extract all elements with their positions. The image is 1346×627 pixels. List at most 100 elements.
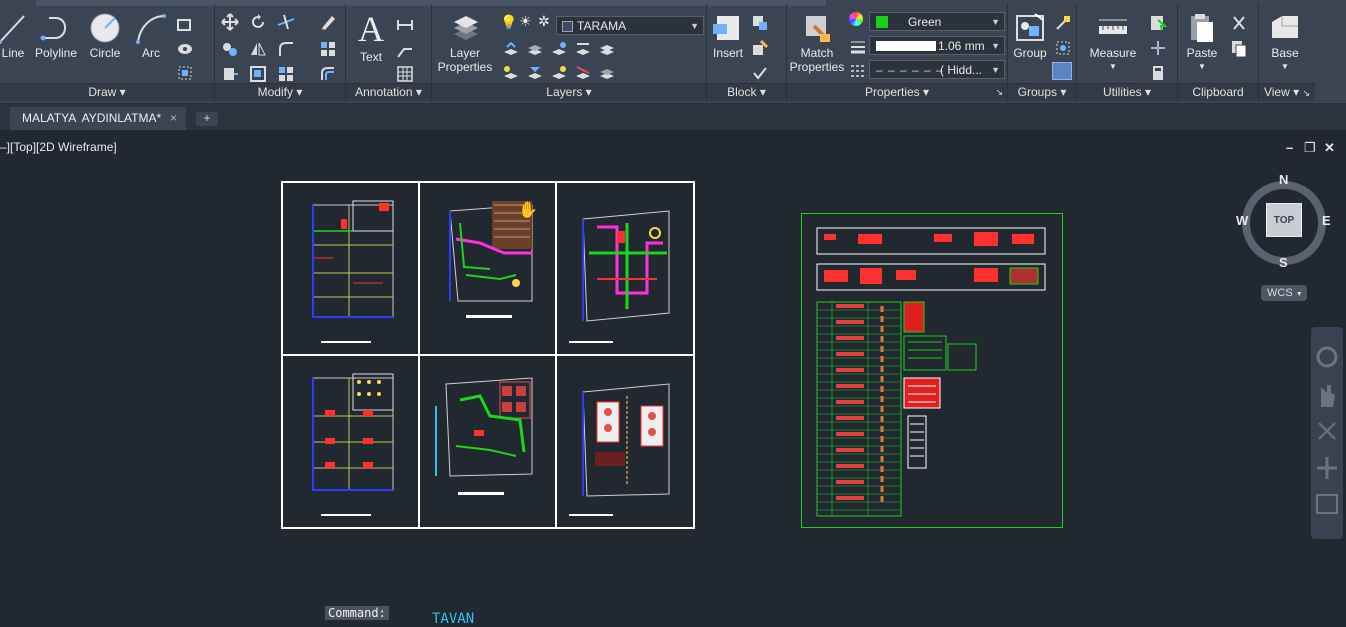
floor-plan-sheet[interactable]: [555, 181, 695, 356]
legend-sheet[interactable]: [801, 213, 1063, 528]
bulb-icon[interactable]: 💡: [500, 14, 517, 31]
group-tool[interactable]: Group: [1010, 12, 1050, 60]
wcs-menu[interactable]: WCS ▼: [1261, 285, 1307, 301]
color-dropdown[interactable]: Green ▼: [869, 12, 1005, 31]
sun-icon[interactable]: ☀: [519, 13, 532, 30]
quick-select-icon[interactable]: [1149, 14, 1167, 32]
trim-icon[interactable]: [277, 13, 295, 31]
command-input[interactable]: TAVAN: [432, 611, 474, 627]
group-edit-icon[interactable]: [1054, 39, 1072, 57]
array-grid-icon[interactable]: [277, 65, 295, 83]
rotate-icon[interactable]: [249, 13, 267, 31]
hand-pan-icon[interactable]: ✋: [518, 200, 538, 219]
drawing-tab[interactable]: MALATYA AYDINLATMA* ×: [10, 107, 186, 130]
lineweight-dropdown[interactable]: 1.06 mm ▼: [869, 36, 1005, 55]
block-create-icon[interactable]: [751, 14, 769, 32]
dimension-icon[interactable]: [396, 16, 414, 34]
modify-panel-title[interactable]: Modify ▾: [215, 83, 345, 101]
restore-icon[interactable]: ❐: [1304, 140, 1316, 156]
hatch-icon[interactable]: [176, 40, 194, 58]
line-tool[interactable]: Line: [0, 12, 30, 60]
insert-tool[interactable]: Insert: [709, 12, 747, 60]
block-edit-icon[interactable]: [751, 39, 769, 57]
close-tab-icon[interactable]: ×: [170, 107, 177, 130]
draw-panel-title[interactable]: Draw ▾: [0, 83, 214, 101]
minimize-icon[interactable]: –: [1286, 140, 1293, 155]
viewport-controls-label[interactable]: –][Top][2D Wireframe]: [0, 140, 117, 154]
layer-tool-icon[interactable]: [550, 40, 568, 58]
layer-tool-icon[interactable]: [502, 64, 520, 82]
copy-icon[interactable]: [221, 40, 239, 58]
polyline-tool[interactable]: Polyline: [33, 12, 79, 60]
copy-clip-icon[interactable]: [1230, 39, 1248, 57]
erase-icon[interactable]: [319, 13, 337, 31]
layer-tool-icon[interactable]: [574, 64, 592, 82]
compass-south[interactable]: S: [1279, 255, 1288, 270]
floor-plan-sheet[interactable]: ✋: [418, 181, 557, 356]
ungroup-icon[interactable]: [1054, 14, 1072, 32]
viewcube-top-face[interactable]: TOP: [1266, 203, 1302, 237]
mirror-icon[interactable]: [249, 40, 267, 58]
color-wheel-icon[interactable]: [849, 12, 863, 26]
id-point-icon[interactable]: [1149, 39, 1167, 57]
zoom-icon[interactable]: [1318, 422, 1336, 440]
block-panel-title[interactable]: Block ▾: [707, 83, 786, 101]
compass-east[interactable]: E: [1322, 213, 1331, 228]
close-icon[interactable]: ✕: [1324, 140, 1335, 156]
layer-properties-tool[interactable]: Layer Properties: [434, 12, 496, 74]
layer-tool-icon[interactable]: [598, 64, 616, 82]
linetype-dropdown[interactable]: – – – – – – ( Hidd... ▼: [869, 60, 1005, 79]
panel-launcher-icon[interactable]: ↘: [995, 84, 1003, 101]
layer-tool-icon[interactable]: [598, 40, 616, 58]
leader-icon[interactable]: [396, 41, 414, 59]
panel-launcher-icon[interactable]: ↘: [1302, 88, 1310, 98]
layer-tool-icon[interactable]: [550, 64, 568, 82]
paste-tool[interactable]: Paste ▼: [1182, 12, 1222, 74]
array-icon[interactable]: [319, 40, 337, 58]
move-icon[interactable]: [221, 13, 239, 31]
arc-tool[interactable]: Arc: [134, 12, 168, 60]
steering-wheel-icon[interactable]: [1316, 346, 1338, 368]
circle-tool[interactable]: Circle: [86, 12, 124, 60]
cut-icon[interactable]: [1230, 14, 1248, 32]
properties-panel-title[interactable]: Properties ▾ ↘: [787, 83, 1007, 101]
floor-plan-sheet[interactable]: [418, 354, 557, 529]
scale-icon[interactable]: [249, 65, 267, 83]
calculator-icon[interactable]: [1149, 64, 1167, 82]
lineweight-icon[interactable]: [849, 38, 867, 56]
drawing-viewport[interactable]: –][Top][2D Wireframe] – ❐ ✕ ✋ N S W E TO…: [0, 131, 1346, 627]
layers-panel-title[interactable]: Layers ▾: [432, 83, 706, 101]
showmotion-icon[interactable]: [1316, 494, 1338, 514]
rectangle-icon[interactable]: [176, 16, 194, 34]
fillet-icon[interactable]: [277, 40, 295, 58]
groups-panel-title[interactable]: Groups ▾: [1008, 83, 1076, 101]
new-tab-button[interactable]: +: [196, 112, 218, 126]
compass-north[interactable]: N: [1279, 172, 1288, 187]
layer-tool-icon[interactable]: [526, 64, 544, 82]
group-selection-icon[interactable]: [1052, 62, 1072, 80]
floor-plan-sheet[interactable]: [281, 354, 420, 529]
annotation-panel-title[interactable]: Annotation ▾: [346, 83, 431, 101]
stretch-icon[interactable]: [221, 65, 239, 83]
attribute-icon[interactable]: [751, 64, 769, 82]
orbit-icon[interactable]: [1317, 457, 1337, 479]
match-properties-tool[interactable]: Match Properties: [787, 12, 847, 74]
base-tool[interactable]: Base ▼: [1265, 12, 1305, 74]
viewcube[interactable]: N S W E TOP: [1236, 171, 1332, 270]
pan-icon[interactable]: [1321, 385, 1335, 407]
text-tool[interactable]: A Text: [352, 10, 390, 64]
table-icon[interactable]: [396, 65, 414, 83]
offset-icon[interactable]: [319, 65, 337, 83]
freeze-icon[interactable]: ✲: [538, 13, 550, 30]
floor-plan-sheet[interactable]: [281, 181, 420, 356]
clipboard-panel-title[interactable]: Clipboard: [1178, 83, 1258, 101]
boundary-icon[interactable]: [176, 64, 194, 82]
measure-tool[interactable]: Measure ▼: [1085, 14, 1141, 74]
linetype-icon[interactable]: [849, 62, 867, 80]
layer-dropdown[interactable]: TARAMA ▼: [556, 16, 704, 35]
layer-tool-icon[interactable]: [502, 40, 520, 58]
floor-plan-sheet[interactable]: [555, 354, 695, 529]
utilities-panel-title[interactable]: Utilities ▾: [1077, 83, 1177, 101]
view-panel-title[interactable]: View ▾ ↘: [1259, 83, 1315, 101]
layer-tool-icon[interactable]: [574, 40, 592, 58]
